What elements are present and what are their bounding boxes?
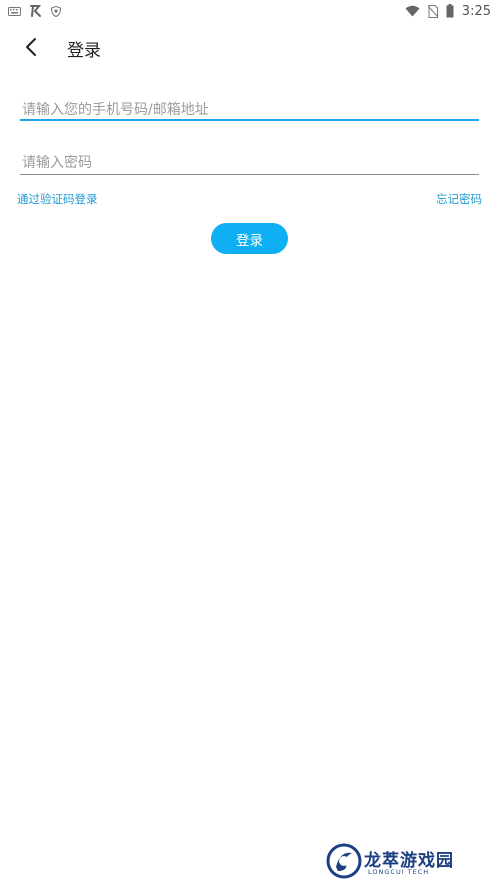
back-button[interactable] <box>16 32 46 62</box>
login-button[interactable]: 登录 <box>211 223 288 254</box>
page-title: 登录 <box>67 41 101 61</box>
status-time: 3:25 <box>461 3 491 19</box>
app-bar: 登录 <box>0 26 499 68</box>
chevron-left-icon <box>26 38 36 56</box>
status-bar: 3:25 <box>0 0 499 22</box>
status-right-icons: 3:25 <box>405 4 491 19</box>
password-input-underline <box>20 174 479 175</box>
watermark: 龙萃游戏园 LONGCUI TECH <box>326 842 486 880</box>
status-left-icons <box>8 4 61 18</box>
wifi-icon <box>405 5 420 17</box>
forgot-password-link[interactable]: 忘记密码 <box>436 191 482 207</box>
battery-icon <box>446 4 454 18</box>
shield-icon <box>51 5 61 17</box>
longcui-logo-icon <box>326 843 362 879</box>
keyboard-icon <box>8 6 21 16</box>
no-sim-icon <box>427 4 438 18</box>
app-logo-icon <box>30 5 42 17</box>
sms-login-link[interactable]: 通过验证码登录 <box>17 191 98 207</box>
account-input-underline <box>20 119 479 121</box>
watermark-sub: LONGCUI TECH <box>368 868 430 876</box>
